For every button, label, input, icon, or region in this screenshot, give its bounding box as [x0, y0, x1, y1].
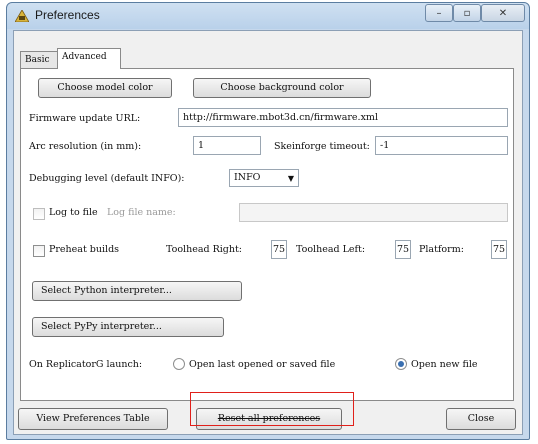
choose-model-color-button[interactable]: Choose model color: [38, 78, 172, 98]
preheat-builds-label: Preheat builds: [49, 244, 120, 255]
debugging-level-label: Debugging level (default INFO):: [29, 173, 185, 184]
debugging-level-value: INFO: [234, 172, 261, 183]
open-new-file-radio[interactable]: [395, 358, 407, 370]
log-file-name-label: Log file name:: [107, 207, 176, 218]
close-button[interactable]: Close: [446, 408, 516, 430]
select-pypy-interpreter-button[interactable]: Select PyPy interpreter...: [32, 317, 224, 337]
skeinforge-timeout-label: Skeinforge timeout:: [274, 141, 370, 152]
minimize-icon: –: [436, 7, 442, 19]
log-to-file-label: Log to file: [49, 207, 98, 218]
tab-basic[interactable]: Basic: [20, 51, 58, 68]
choose-background-color-button[interactable]: Choose background color: [193, 78, 371, 98]
skeinforge-timeout-input[interactable]: -1: [375, 136, 508, 155]
open-new-file-label: Open new file: [411, 359, 478, 370]
firmware-url-input[interactable]: http://firmware.mbot3d.cn/firmware.xml: [178, 108, 508, 127]
firmware-url-label: Firmware update URL:: [29, 113, 141, 124]
radio-selected-dot: [398, 361, 404, 367]
window-title: Preferences: [35, 8, 100, 22]
platform-input[interactable]: 75: [491, 240, 507, 259]
log-to-file-checkbox[interactable]: [33, 208, 45, 220]
close-window-button[interactable]: ✕: [481, 4, 525, 22]
open-last-file-radio[interactable]: [173, 358, 185, 370]
toolhead-left-input[interactable]: 75: [395, 240, 411, 259]
preferences-window: Preferences – ▫ ✕ Basic Advanced Choose …: [6, 2, 530, 440]
toolhead-right-input[interactable]: 75: [271, 240, 287, 259]
launch-option-label: On ReplicatorG launch:: [29, 359, 143, 370]
dialog-body: Basic Advanced Choose model color Choose…: [13, 30, 523, 435]
arc-resolution-label: Arc resolution (in mm):: [29, 141, 142, 152]
open-last-file-label: Open last opened or saved file: [189, 359, 336, 370]
title-bar[interactable]: Preferences – ▫ ✕: [7, 3, 529, 29]
tab-advanced[interactable]: Advanced: [57, 48, 121, 69]
close-icon: ✕: [498, 7, 508, 19]
view-preferences-table-button[interactable]: View Preferences Table: [18, 408, 168, 430]
preheat-builds-checkbox[interactable]: [33, 245, 45, 257]
highlight-box: [190, 392, 354, 426]
minimize-button[interactable]: –: [425, 4, 453, 22]
replicatorg-app-icon: [15, 10, 29, 22]
debugging-level-select[interactable]: INFO ▼: [229, 169, 299, 187]
toolhead-left-label: Toolhead Left:: [296, 244, 366, 255]
maximize-button[interactable]: ▫: [453, 4, 481, 22]
maximize-icon: ▫: [463, 7, 471, 19]
dropdown-arrow-icon: ▼: [287, 174, 294, 183]
advanced-panel: Choose model color Choose background col…: [20, 68, 514, 401]
arc-resolution-input[interactable]: 1: [193, 136, 261, 155]
log-file-name-input[interactable]: [239, 203, 508, 222]
select-python-interpreter-button[interactable]: Select Python interpreter...: [32, 281, 242, 301]
toolhead-right-label: Toolhead Right:: [166, 244, 242, 255]
platform-label: Platform:: [419, 244, 464, 255]
